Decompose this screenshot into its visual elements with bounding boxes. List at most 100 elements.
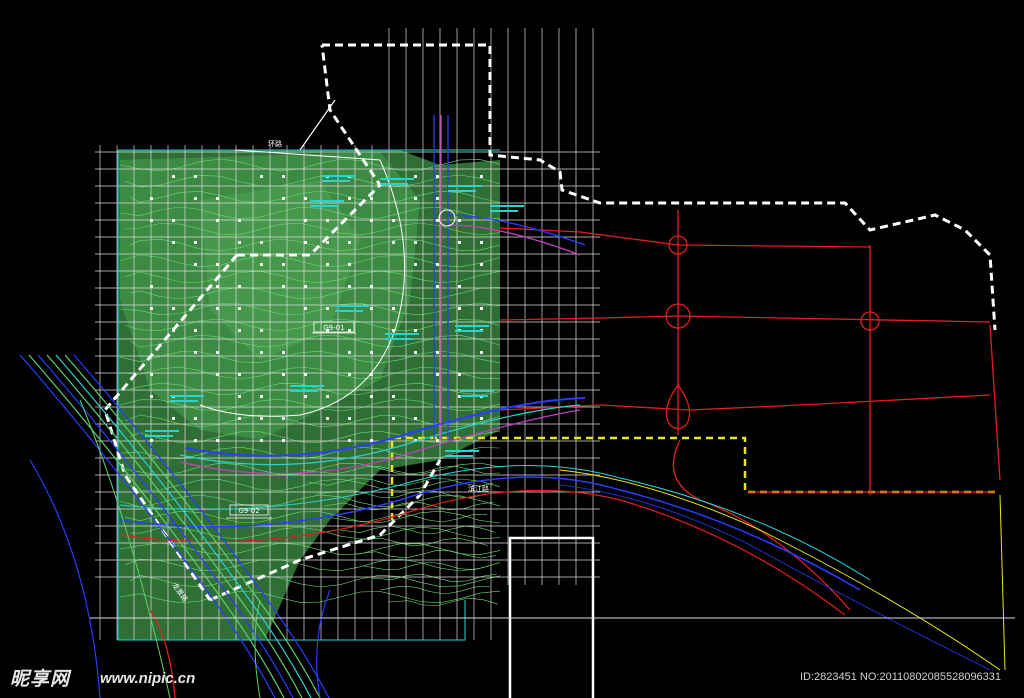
grid-marker bbox=[282, 417, 285, 420]
grid-marker bbox=[216, 263, 219, 266]
grid-marker bbox=[326, 395, 329, 398]
coord-tag-line bbox=[145, 435, 173, 437]
grid-marker bbox=[304, 219, 307, 222]
grid-marker bbox=[282, 373, 285, 376]
grid-marker bbox=[172, 307, 175, 310]
grid-marker bbox=[348, 351, 351, 354]
grid-marker bbox=[282, 351, 285, 354]
grid-marker bbox=[150, 285, 153, 288]
grid-marker bbox=[172, 241, 175, 244]
grid-marker bbox=[216, 219, 219, 222]
grid-marker bbox=[216, 373, 219, 376]
grid-marker bbox=[348, 417, 351, 420]
grid-marker bbox=[216, 285, 219, 288]
grid-marker bbox=[304, 241, 307, 244]
grid-marker bbox=[370, 395, 373, 398]
grid-marker bbox=[238, 219, 241, 222]
grid-marker bbox=[150, 197, 153, 200]
grid-marker bbox=[436, 373, 439, 376]
grid-marker bbox=[348, 241, 351, 244]
grid-marker bbox=[238, 285, 241, 288]
coord-tag-line bbox=[490, 210, 518, 212]
grid-marker bbox=[282, 263, 285, 266]
grid-marker bbox=[436, 175, 439, 178]
grid-marker bbox=[238, 307, 241, 310]
grid-marker bbox=[326, 241, 329, 244]
grid-marker bbox=[260, 175, 263, 178]
grid-marker bbox=[392, 395, 395, 398]
grid-marker bbox=[194, 241, 197, 244]
grid-marker bbox=[370, 307, 373, 310]
grid-marker bbox=[414, 417, 417, 420]
grid-marker bbox=[194, 175, 197, 178]
coord-tag-line bbox=[445, 455, 473, 457]
grid-marker bbox=[480, 417, 483, 420]
coord-tag-line bbox=[380, 183, 408, 185]
grid-marker bbox=[436, 263, 439, 266]
grid-marker bbox=[458, 219, 461, 222]
grid-marker bbox=[326, 263, 329, 266]
grid-marker bbox=[436, 439, 439, 442]
grid-marker bbox=[414, 351, 417, 354]
coord-tag-line bbox=[310, 205, 338, 207]
grid-marker bbox=[216, 351, 219, 354]
grid-marker bbox=[216, 439, 219, 442]
grid-marker bbox=[436, 285, 439, 288]
grid-marker bbox=[150, 395, 153, 398]
coord-tag-line bbox=[335, 310, 363, 312]
grid-marker bbox=[150, 373, 153, 376]
coord-tag-line bbox=[310, 200, 344, 202]
coord-tag-line bbox=[460, 395, 488, 397]
grid-marker bbox=[282, 175, 285, 178]
grid-marker bbox=[348, 439, 351, 442]
grid-marker bbox=[458, 285, 461, 288]
coord-tag-line bbox=[455, 325, 489, 327]
grid-marker bbox=[150, 307, 153, 310]
grid-marker bbox=[348, 197, 351, 200]
grid-marker bbox=[260, 395, 263, 398]
grid-marker bbox=[238, 395, 241, 398]
grid-marker bbox=[238, 417, 241, 420]
grid-marker bbox=[304, 373, 307, 376]
grid-marker bbox=[370, 351, 373, 354]
grid-marker bbox=[370, 439, 373, 442]
grid-marker bbox=[216, 307, 219, 310]
coord-tag-line bbox=[385, 333, 419, 335]
watermark-logo: 昵享网 bbox=[10, 668, 71, 690]
grid-marker bbox=[194, 329, 197, 332]
coord-tag-line bbox=[448, 190, 476, 192]
coord-tag-line bbox=[385, 338, 413, 340]
grid-marker bbox=[326, 417, 329, 420]
grid-marker bbox=[458, 307, 461, 310]
coord-tag-line bbox=[490, 205, 524, 207]
coord-tag-line bbox=[445, 450, 479, 452]
watermark-id: ID:2823451 NO:20110802085528096331 bbox=[800, 671, 1002, 683]
grid-marker bbox=[194, 439, 197, 442]
grid-marker bbox=[480, 241, 483, 244]
grid-marker bbox=[216, 197, 219, 200]
grid-marker bbox=[260, 351, 263, 354]
grid-marker bbox=[458, 373, 461, 376]
grid-marker bbox=[392, 307, 395, 310]
coord-tag-line bbox=[380, 178, 414, 180]
grid-marker bbox=[414, 241, 417, 244]
grid-marker bbox=[194, 197, 197, 200]
grid-marker bbox=[414, 175, 417, 178]
grid-marker bbox=[370, 219, 373, 222]
coord-tag-line bbox=[460, 390, 494, 392]
grid-marker bbox=[436, 197, 439, 200]
grid-marker bbox=[392, 241, 395, 244]
grid-marker bbox=[392, 219, 395, 222]
grid-marker bbox=[282, 197, 285, 200]
grid-marker bbox=[260, 241, 263, 244]
grid-marker bbox=[326, 307, 329, 310]
grid-marker bbox=[172, 175, 175, 178]
grid-marker bbox=[414, 263, 417, 266]
grid-marker bbox=[370, 197, 373, 200]
grid-marker bbox=[194, 263, 197, 266]
grid-marker bbox=[194, 351, 197, 354]
coord-tag-line bbox=[448, 185, 482, 187]
grid-marker bbox=[304, 197, 307, 200]
coord-tag-line bbox=[170, 395, 204, 397]
grid-marker bbox=[260, 263, 263, 266]
